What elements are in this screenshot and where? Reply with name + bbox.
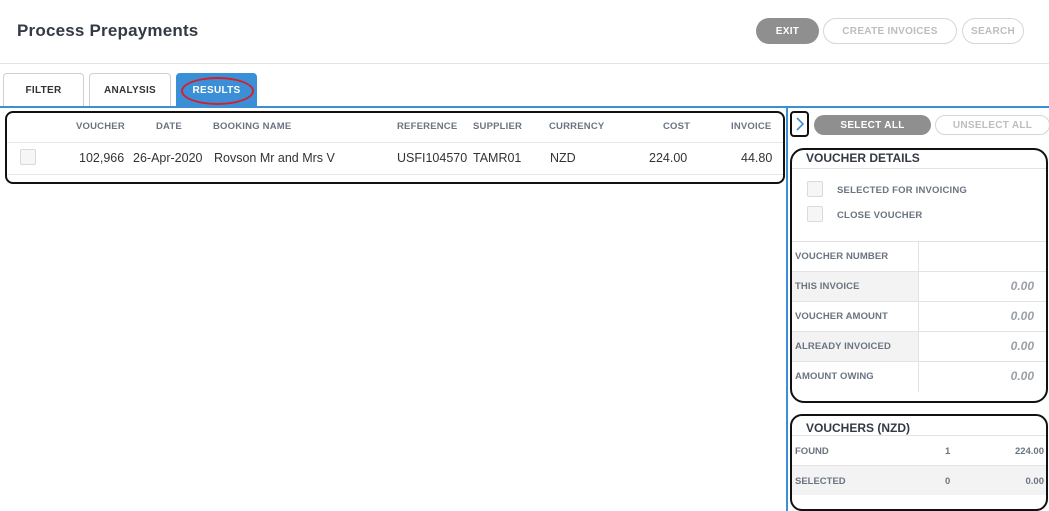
found-count: 1 <box>945 446 951 457</box>
column-header-invoice[interactable]: INVOICE <box>731 121 771 132</box>
cell-cost: 224.00 <box>649 151 688 165</box>
cell-date: 26-Apr-2020 <box>133 151 203 165</box>
cell-voucher: 102,966 <box>79 151 125 165</box>
field-divider <box>918 362 919 392</box>
section-divider <box>792 168 1046 169</box>
column-header-supplier[interactable]: SUPPLIER <box>473 121 522 132</box>
voucher-amount-value: 0.00 <box>1010 309 1034 323</box>
field-divider <box>918 272 919 302</box>
select-all-button[interactable]: SELECT ALL <box>814 115 931 135</box>
vouchers-found-row: FOUND 1 224.00 <box>792 435 1046 465</box>
create-invoices-button[interactable]: CREATE INVOICES <box>823 18 957 44</box>
row-divider <box>7 174 783 175</box>
amount-owing-row: AMOUNT OWING 0.00 <box>792 361 1046 392</box>
found-label: FOUND <box>795 446 829 457</box>
voucher-amount-label: VOUCHER AMOUNT <box>795 311 888 322</box>
this-invoice-value: 0.00 <box>1010 279 1034 293</box>
already-invoiced-field: 0.00 <box>919 332 1046 362</box>
vouchers-selected-row: SELECTED 0 0.00 <box>792 465 1046 495</box>
tab-filter-label: FILTER <box>25 85 62 96</box>
amount-owing-value: 0.00 <box>1010 369 1034 383</box>
tab-analysis[interactable]: ANALYSIS <box>89 73 171 107</box>
field-divider <box>918 332 919 362</box>
column-header-date[interactable]: DATE <box>156 121 182 132</box>
amount-owing-label: AMOUNT OWING <box>795 371 874 382</box>
unselect-all-button[interactable]: UNSELECT ALL <box>935 115 1049 135</box>
tab-filter[interactable]: FILTER <box>3 73 84 107</box>
voucher-amount-row: VOUCHER AMOUNT 0.00 <box>792 301 1046 332</box>
voucher-details-title: VOUCHER DETAILS <box>806 151 920 165</box>
column-header-voucher[interactable]: VOUCHER <box>76 121 125 132</box>
cell-supplier: TAMR01 <box>473 151 522 165</box>
already-invoiced-value: 0.00 <box>1010 339 1034 353</box>
selected-for-invoicing-label: SELECTED FOR INVOICING <box>837 185 968 196</box>
this-invoice-label: THIS INVOICE <box>795 281 860 292</box>
this-invoice-row: THIS INVOICE 0.00 <box>792 271 1046 302</box>
close-voucher-label: CLOSE VOUCHER <box>837 210 923 221</box>
highlight-ring <box>181 77 254 105</box>
vouchers-summary-title: VOUCHERS (NZD) <box>806 421 910 435</box>
tab-analysis-label: ANALYSIS <box>103 85 157 96</box>
chevron-right-icon <box>795 116 805 132</box>
row-select-checkbox[interactable] <box>20 149 36 165</box>
column-header-booking-name[interactable]: BOOKING NAME <box>213 121 291 132</box>
voucher-number-row: VOUCHER NUMBER <box>792 241 1046 272</box>
cell-currency: NZD <box>550 151 576 165</box>
search-button[interactable]: SEARCH <box>962 18 1024 44</box>
field-divider <box>918 242 919 272</box>
selected-for-invoicing-checkbox[interactable] <box>807 181 823 197</box>
found-amount: 224.00 <box>1014 446 1044 457</box>
panel-divider <box>786 108 788 511</box>
selected-label: SELECTED <box>795 476 846 487</box>
column-header-reference[interactable]: REFERENCE <box>397 121 457 132</box>
this-invoice-field[interactable]: 0.00 <box>919 272 1046 302</box>
tab-results[interactable]: RESULTS <box>176 73 257 107</box>
header-divider <box>0 63 1049 64</box>
cell-booking-name: Rovson Mr and Mrs V <box>214 151 335 165</box>
field-divider <box>918 302 919 332</box>
selected-count: 0 <box>945 476 951 487</box>
already-invoiced-row: ALREADY INVOICED 0.00 <box>792 331 1046 362</box>
already-invoiced-label: ALREADY INVOICED <box>795 341 891 352</box>
exit-button[interactable]: EXIT <box>756 18 819 44</box>
column-header-currency[interactable]: CURRENCY <box>549 121 604 132</box>
cell-invoice: 44.80 <box>741 151 773 165</box>
page-title: Process Prepayments <box>17 21 199 40</box>
close-voucher-checkbox[interactable] <box>807 206 823 222</box>
selected-amount: 0.00 <box>1025 476 1045 487</box>
header-row-divider <box>7 142 783 143</box>
cell-reference: USFI104570 <box>397 151 468 165</box>
tab-underline <box>0 106 1049 108</box>
column-header-cost[interactable]: COST <box>663 121 690 132</box>
voucher-number-label: VOUCHER NUMBER <box>795 251 889 262</box>
expand-panel-button[interactable] <box>790 111 809 137</box>
